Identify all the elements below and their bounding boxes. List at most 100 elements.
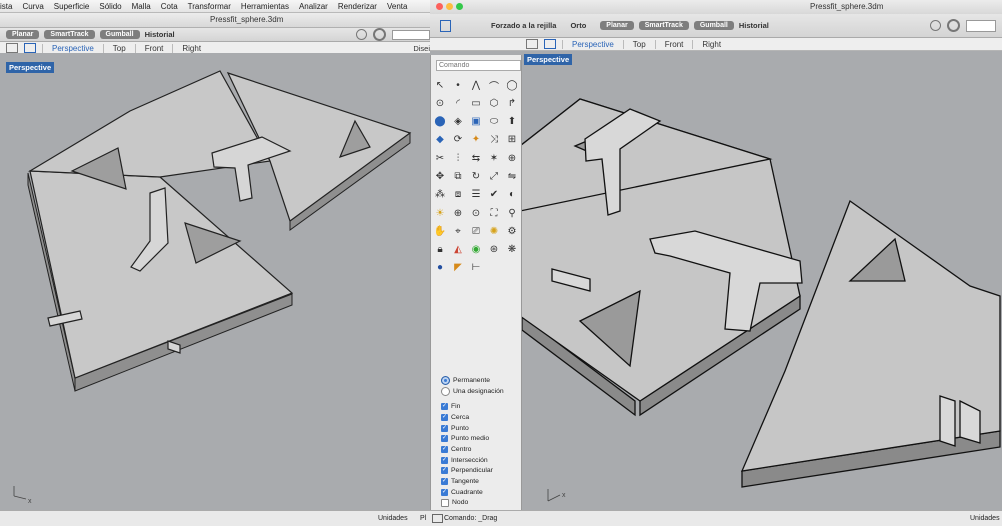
sphere-icon[interactable]: ⬤ bbox=[433, 115, 447, 129]
tab-right-right[interactable]: Right bbox=[692, 39, 730, 49]
revolve-icon[interactable]: ⟳ bbox=[451, 133, 465, 147]
arc-icon[interactable]: ◜ bbox=[451, 96, 465, 110]
history-toggle-right[interactable]: Historial bbox=[739, 21, 769, 30]
radio-icon[interactable] bbox=[441, 386, 450, 396]
explode-icon[interactable]: ✶ bbox=[487, 151, 501, 165]
tag-icon[interactable]: ◤ bbox=[451, 261, 465, 275]
magnify-icon[interactable]: ⚲ bbox=[505, 206, 519, 220]
osnap-perpendicular[interactable]: ✓ Perpendicular bbox=[441, 466, 504, 477]
gumball-toggle[interactable]: Gumball bbox=[99, 30, 140, 39]
planar-toggle[interactable]: Planar bbox=[6, 30, 40, 39]
rectangle-icon[interactable]: ▭ bbox=[469, 96, 483, 110]
menu-item-solid[interactable]: Sólido bbox=[99, 2, 121, 11]
osnap-mode-permanent[interactable]: Permanente bbox=[441, 375, 504, 386]
menu-item-tools[interactable]: Herramientas bbox=[241, 2, 289, 11]
osnap-knot[interactable]: Nodo bbox=[441, 498, 504, 509]
render-icon[interactable]: ✺ bbox=[487, 224, 501, 238]
gumball-toggle-right[interactable]: Gumball bbox=[693, 21, 734, 30]
loft-icon[interactable]: ◆ bbox=[433, 133, 447, 147]
smarttrack-toggle[interactable]: SmartTrack bbox=[44, 30, 95, 39]
target-icon-right[interactable] bbox=[947, 19, 960, 32]
layer-icon[interactable]: ☰ bbox=[469, 188, 483, 202]
osnap-midpoint[interactable]: ✓ Punto medio bbox=[441, 433, 504, 444]
tab-perspective[interactable]: Perspective bbox=[42, 43, 103, 53]
osnap-near[interactable]: ✓ Cerca bbox=[441, 412, 504, 423]
move-icon[interactable]: ✥ bbox=[433, 169, 447, 183]
right-viewport[interactable]: Perspective x bbox=[520, 51, 1002, 510]
copy-icon[interactable]: ⧉ bbox=[451, 169, 465, 183]
sweep-icon[interactable]: ✦ bbox=[469, 133, 483, 147]
material-sphere-icon[interactable]: ● bbox=[433, 261, 447, 275]
menu-item-render[interactable]: Renderizar bbox=[338, 2, 377, 11]
zoom-icon[interactable]: ⊕ bbox=[451, 206, 465, 220]
menu-item-dimension[interactable]: Cota bbox=[161, 2, 178, 11]
osnap-center[interactable]: ✓ Centro bbox=[441, 444, 504, 455]
target-icon[interactable] bbox=[373, 28, 386, 41]
point-icon[interactable]: • bbox=[451, 78, 465, 92]
menu-item-mesh[interactable]: Malla bbox=[132, 2, 151, 11]
tab-right[interactable]: Right bbox=[172, 43, 210, 53]
close-button[interactable] bbox=[436, 3, 443, 10]
zoom-extents-icon[interactable]: ⛶ bbox=[487, 206, 501, 220]
menu-item-surface[interactable]: Superficie bbox=[54, 2, 90, 11]
minimize-button[interactable] bbox=[446, 3, 453, 10]
blend-icon[interactable]: ⤨ bbox=[487, 133, 501, 147]
menu-item-analyze[interactable]: Analizar bbox=[299, 2, 328, 11]
layer-swatch-right[interactable] bbox=[966, 19, 996, 32]
box-icon[interactable]: ▣ bbox=[469, 115, 483, 129]
record-icon[interactable] bbox=[356, 29, 367, 40]
boolean-icon[interactable]: ⊕ bbox=[505, 151, 519, 165]
history-toggle[interactable]: Historial bbox=[145, 30, 175, 39]
checkbox-icon[interactable]: ✓ bbox=[441, 403, 448, 411]
osnap-intersection[interactable]: ✓ Intersección bbox=[441, 455, 504, 466]
checkbox-icon[interactable]: ✓ bbox=[441, 467, 448, 475]
osnap-quadrant[interactable]: ✓ Cuadrante bbox=[441, 487, 504, 498]
curve-icon[interactable]: ⌒ bbox=[487, 78, 501, 93]
color-icon[interactable]: ◭ bbox=[451, 243, 465, 257]
camera-icon[interactable]: ⎚ bbox=[469, 224, 483, 238]
dimension-icon[interactable]: ⊢ bbox=[469, 261, 483, 275]
four-viewport-icon-right[interactable] bbox=[526, 39, 538, 49]
extrude-icon[interactable]: ⬆ bbox=[505, 115, 519, 129]
polyline-icon[interactable]: ⋀ bbox=[469, 78, 483, 92]
options-icon[interactable]: ⚙ bbox=[505, 224, 519, 238]
zoom-button[interactable] bbox=[456, 3, 463, 10]
named-view-icon[interactable]: ⌖ bbox=[451, 224, 465, 238]
trim-icon[interactable]: ✂ bbox=[433, 151, 447, 165]
cylinder-icon[interactable]: ⬭ bbox=[487, 115, 501, 129]
smarttrack-toggle-right[interactable]: SmartTrack bbox=[638, 21, 689, 30]
light-icon[interactable]: ☀ bbox=[433, 206, 447, 220]
pan-icon[interactable]: ✋ bbox=[433, 224, 447, 238]
tab-top-right[interactable]: Top bbox=[622, 39, 655, 49]
osnap-mode-once[interactable]: Una designación bbox=[441, 386, 504, 397]
properties-icon[interactable]: ⊛ bbox=[487, 243, 501, 257]
osnap-tangent[interactable]: ✓ Tangente bbox=[441, 476, 504, 487]
four-viewport-icon[interactable] bbox=[6, 43, 18, 53]
rotate-icon[interactable]: ↻ bbox=[469, 169, 483, 183]
single-viewport-icon[interactable] bbox=[24, 43, 36, 53]
checkbox-icon[interactable]: ✓ bbox=[441, 478, 448, 486]
check-icon[interactable]: ✔ bbox=[487, 188, 501, 202]
array-icon[interactable]: ⁂ bbox=[433, 188, 447, 202]
layer-swatch[interactable] bbox=[392, 29, 430, 40]
lock-icon[interactable]: 🔒︎ bbox=[433, 243, 447, 257]
osnap-end[interactable]: ✓ Fin bbox=[441, 401, 504, 412]
tab-top[interactable]: Top bbox=[102, 43, 135, 53]
help-icon[interactable]: ❋ bbox=[505, 243, 519, 257]
checkbox-icon[interactable]: ✓ bbox=[441, 424, 448, 432]
surface-icon[interactable]: ◈ bbox=[451, 115, 465, 129]
checkbox-icon[interactable]: ✓ bbox=[441, 413, 448, 421]
record-icon-right[interactable] bbox=[930, 20, 941, 31]
plane-label[interactable]: Pl bbox=[420, 515, 426, 522]
patch-icon[interactable]: ⊞ bbox=[505, 133, 519, 147]
checkbox-icon[interactable]: ✓ bbox=[441, 488, 448, 496]
menu-item-window[interactable]: Venta bbox=[387, 2, 407, 11]
zoom-window-icon[interactable]: ⊙ bbox=[469, 206, 483, 220]
left-viewport[interactable]: Perspective x bbox=[0, 53, 430, 510]
checkbox-icon[interactable]: ✓ bbox=[441, 435, 448, 443]
command-history-icon[interactable] bbox=[432, 514, 443, 523]
join-icon[interactable]: ⇆ bbox=[469, 151, 483, 165]
snap-grid-toggle[interactable]: Forzado a la rejilla bbox=[491, 21, 556, 30]
polygon-icon[interactable]: ⬡ bbox=[487, 96, 501, 110]
split-icon[interactable]: ⫶ bbox=[451, 151, 465, 165]
